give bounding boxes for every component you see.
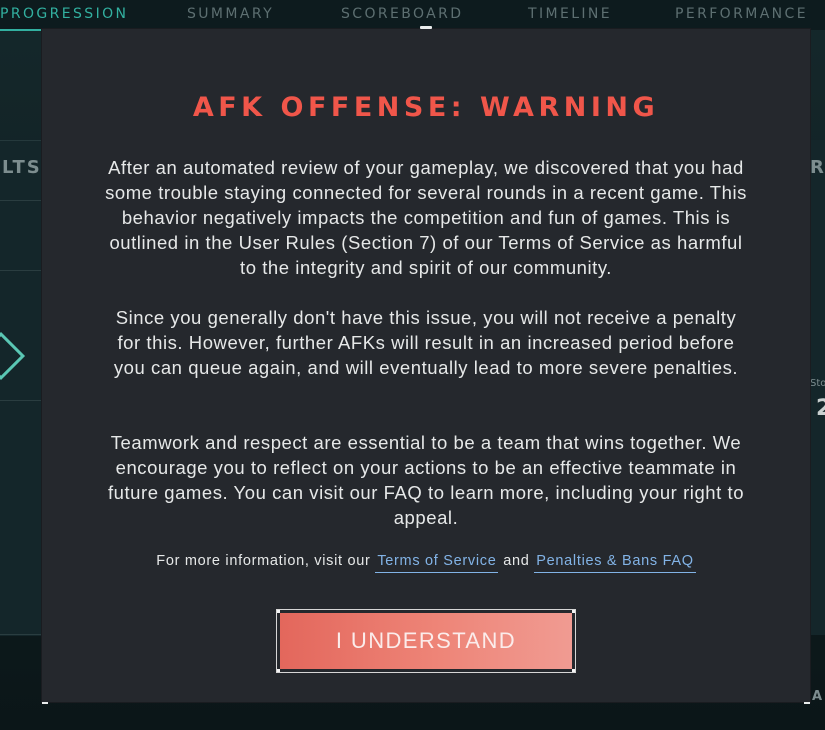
afk-warning-modal: AFK OFFENSE: WARNING After an automated … [42, 26, 810, 704]
left-background-panel [0, 140, 42, 636]
tab-scoreboard[interactable]: SCOREBOARD [341, 6, 463, 22]
button-corner-dot [277, 610, 280, 613]
divider [0, 270, 42, 271]
tab-summary[interactable]: SUMMARY [187, 6, 274, 22]
button-corner-dot [277, 669, 280, 672]
top-nav: PROGRESSION SUMMARY SCOREBOARD TIMELINE … [0, 0, 825, 31]
button-corner-dot [572, 669, 575, 672]
modal-corner [42, 702, 48, 704]
divider [0, 200, 42, 201]
modal-paragraph: After an automated review of your gamepl… [105, 157, 747, 278]
tab-performance[interactable]: PERFORMANCE [675, 6, 808, 22]
i-understand-button[interactable]: I UNDERSTAND [276, 609, 576, 673]
penalties-bans-faq-link[interactable]: Penalties & Bans FAQ [534, 553, 696, 573]
background-label-fragment: RO [810, 157, 825, 178]
info-and-text: and [503, 553, 530, 569]
divider [0, 400, 42, 401]
more-info-line: For more information, visit our Terms of… [42, 553, 810, 573]
button-corner-dot [572, 610, 575, 613]
info-prefix-text: For more information, visit our [156, 553, 371, 569]
background-number-fragment: 2 [816, 396, 825, 421]
modal-notch [420, 26, 432, 29]
tab-timeline[interactable]: TIMELINE [528, 6, 612, 22]
modal-title: AFK OFFENSE: WARNING [192, 92, 660, 123]
terms-of-service-link[interactable]: Terms of Service [375, 553, 499, 573]
modal-paragraph: Since you generally don't have this issu… [113, 307, 739, 378]
divider [0, 634, 42, 635]
background-label-fragment: LTS [2, 157, 42, 178]
tab-progression[interactable]: PROGRESSION [0, 6, 128, 22]
background-label-fragment: Sto [810, 378, 825, 389]
background-label-fragment: AL [812, 689, 825, 704]
modal-paragraph: Teamwork and respect are essential to be… [107, 432, 745, 528]
i-understand-button-label: I UNDERSTAND [280, 613, 572, 669]
modal-corner [804, 702, 810, 704]
